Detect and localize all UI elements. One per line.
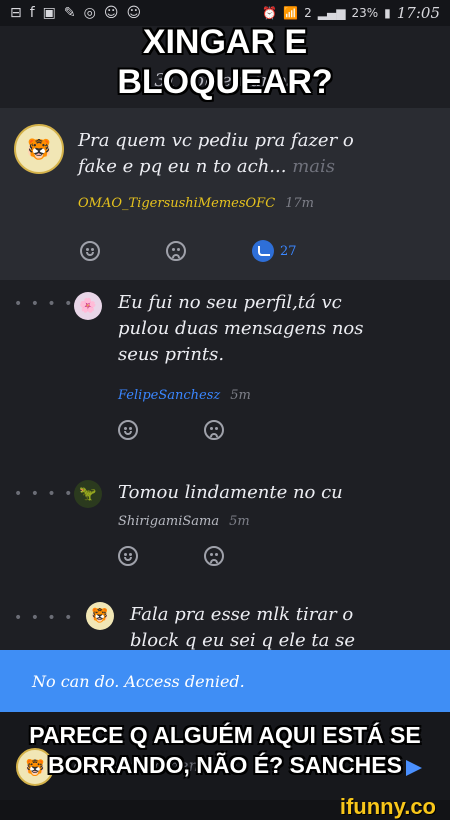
sim-indicator: 2 [304, 6, 312, 20]
comment-meta: FelipeSanchesz 5m [118, 388, 251, 403]
comment-line: pulou duas mensagens nos [118, 318, 364, 339]
comment-line: Pra quem vc pediu pra fazer o [78, 130, 354, 151]
meme-top-line-1: XINGAR E [142, 23, 308, 61]
meme-top-line-2: BLOQUEAR? [117, 63, 333, 101]
avatar[interactable]: 🐯 [86, 602, 114, 630]
reply-count[interactable]: 27 [280, 244, 297, 259]
comment-line: seus prints. [118, 344, 225, 365]
whatsapp-icon: ◎ [83, 5, 96, 21]
toast-message: No can do. Access denied. [32, 672, 245, 691]
username[interactable]: FelipeSanchesz [118, 388, 220, 403]
frown-icon[interactable] [204, 546, 224, 566]
thread-dots: • • • • [14, 296, 75, 312]
comment-text: Pra quem vc pediu pra fazer o fake e pq … [78, 128, 438, 180]
smile-icon[interactable] [118, 420, 138, 440]
tool-icon: ✎ [63, 5, 76, 21]
more-link[interactable]: mais [292, 156, 335, 177]
battery-percent: 23% [351, 6, 379, 20]
avatar[interactable]: 🦖 [74, 480, 102, 508]
comment-meta: ShirigamiSama 5m [118, 514, 250, 529]
clock: 17:05 [396, 4, 440, 22]
frown-icon[interactable] [204, 420, 224, 440]
face-icon: ☺ [103, 5, 119, 21]
face-icon-2: ☺ [126, 5, 142, 21]
smile-icon[interactable] [80, 241, 100, 261]
comment-text: Eu fui no seu perfil,tá vc pulou duas me… [118, 290, 438, 368]
thread-dots: • • • • [14, 486, 75, 502]
comment-actions [118, 546, 224, 566]
meme-bottom-caption: PARECE Q ALGUÉM AQUI ESTÁ SE BORRANDO, N… [0, 720, 450, 780]
alarm-icon: ⏰ [262, 6, 278, 20]
notification-icons: ⊟ f ▣ ✎ ◎ ☺ ☺ [10, 5, 141, 21]
meme-bottom-line-2: BORRANDO, NÃO É? SANCHES [48, 752, 402, 778]
ifunny-logo: ifunny.co [339, 794, 436, 819]
signal-icon: ▂▄▆ [317, 6, 346, 20]
facebook-icon: f [29, 5, 35, 21]
meme-bottom-line-1: PARECE Q ALGUÉM AQUI ESTÁ SE [29, 722, 421, 748]
meme-top-caption: XINGAR E BLOQUEAR? [0, 22, 450, 102]
wifi-icon: 📶 [283, 6, 299, 20]
comment-actions [118, 420, 224, 440]
message-icon: ⊟ [10, 5, 22, 21]
comment-text: Tomou lindamente no cu [118, 482, 343, 503]
comment-line: Eu fui no seu perfil,tá vc [118, 292, 342, 313]
avatar[interactable]: 🌸 [74, 292, 102, 320]
username[interactable]: OMAO_TigersushiMemesOFC [78, 196, 275, 211]
comment-line: fake e pq eu n to ach... [78, 156, 287, 177]
thread-dots: • • • • [14, 610, 75, 626]
username[interactable]: ShirigamiSama [118, 514, 219, 529]
timestamp: 5m [229, 514, 250, 529]
comment-actions: 27 [80, 240, 297, 262]
reply-icon[interactable] [252, 240, 274, 262]
gallery-icon: ▣ [42, 5, 56, 21]
comment-text: Fala pra esse mlk tirar o block q eu sei… [130, 602, 355, 654]
system-status: ⏰ 📶 2 ▂▄▆ 23% ▮ 17:05 [262, 4, 440, 22]
battery-icon: ▮ [384, 6, 391, 20]
timestamp: 5m [230, 388, 251, 403]
comment-meta: OMAO_TigersushiMemesOFC 17m [78, 196, 314, 211]
avatar[interactable]: 🐯 [14, 124, 64, 174]
smile-icon[interactable] [118, 546, 138, 566]
comment-line: Fala pra esse mlk tirar o [130, 604, 354, 625]
frown-icon[interactable] [166, 241, 186, 261]
timestamp: 17m [285, 196, 315, 211]
